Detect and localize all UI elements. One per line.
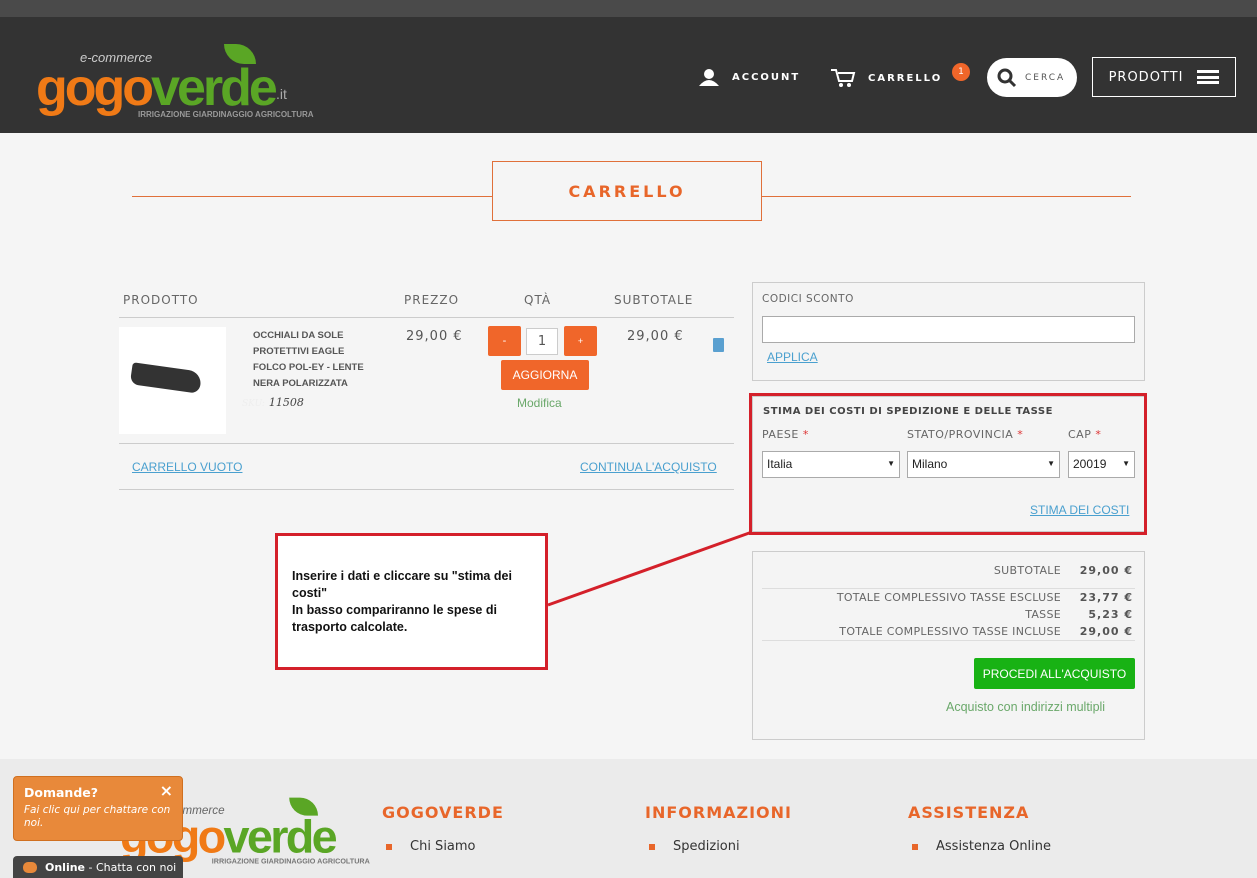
footer-link-label: Spedizioni (673, 839, 740, 854)
total-value: 5,23 € (1088, 608, 1133, 621)
cart-link[interactable]: CARRELLO (830, 68, 942, 88)
total-value: 29,00 € (1079, 564, 1133, 577)
sku-label: SKU: (242, 399, 265, 409)
logo-text: gogoverde (36, 59, 278, 117)
chat-status: Online (45, 860, 86, 874)
total-row: TASSE 5,23 € (1025, 608, 1133, 621)
logo-tagline: IRRIGAZIONE GIARDINAGGIO AGRICOLTURA (211, 857, 370, 866)
sku-value: 11508 (268, 396, 304, 409)
search-icon (997, 68, 1017, 87)
apply-discount-link[interactable]: APPLICA (767, 350, 818, 364)
account-link[interactable]: ACCOUNT (698, 68, 800, 86)
total-label: SUBTOTALE (993, 564, 1061, 577)
empty-cart-link[interactable]: CARRELLO VUOTO (132, 460, 242, 474)
footer-heading: INFORMAZIONI (645, 803, 792, 822)
annotation-text: Inserire i dati e cliccare su "stima dei… (292, 569, 512, 600)
col-subtotal: SUBTOTALE (614, 293, 694, 307)
footer-link[interactable]: Spedizioni (649, 839, 740, 854)
divider (762, 640, 1135, 641)
col-price: PREZZO (404, 293, 460, 307)
search-button[interactable]: CERCA (987, 58, 1077, 97)
update-button[interactable]: AGGIORNA (501, 360, 589, 390)
footer-link[interactable]: Assistenza Online (912, 839, 1051, 854)
discount-label: CODICI SCONTO (762, 293, 854, 305)
divider (762, 588, 1135, 589)
total-row: TOTALE COMPLESSIVO TASSE INCLUSE 29,00 € (839, 625, 1133, 638)
chat-bubble-icon (23, 861, 37, 873)
chat-status-text: - Chatta con noi (85, 860, 177, 874)
search-label: CERCA (1025, 72, 1066, 83)
logo-tagline: IRRIGAZIONE GIARDINAGGIO AGRICOLTURA (138, 110, 314, 119)
logo-tld: .it (276, 86, 287, 102)
discount-code-input[interactable] (762, 316, 1135, 343)
checkout-button[interactable]: PROCEDI ALL'ACQUISTO (974, 658, 1135, 689)
total-label: TOTALE COMPLESSIVO TASSE INCLUSE (839, 625, 1061, 638)
item-price: 29,00 € (406, 329, 463, 344)
trash-icon[interactable] (713, 338, 724, 352)
sunglasses-image (129, 362, 203, 394)
products-menu-button[interactable]: PRODOTTI (1092, 57, 1236, 97)
chat-popup[interactable]: Domande? × Fai clic qui per chattare con… (13, 776, 183, 841)
footer-heading: ASSISTENZA (908, 803, 1030, 822)
user-icon (699, 69, 719, 86)
product-name[interactable]: OCCHIALI DA SOLE PROTETTIVI EAGLE FOLCO … (253, 328, 378, 392)
total-value: 29,00 € (1079, 625, 1133, 638)
annotation-text: In basso compariranno le spese di traspo… (292, 603, 497, 634)
total-label: TASSE (1025, 608, 1061, 621)
footer-link[interactable]: Chi Siamo (386, 839, 476, 854)
multi-address-link[interactable]: Acquisto con indirizzi multipli (946, 700, 1105, 714)
top-bar (0, 0, 1257, 17)
qty-increase-button[interactable]: + (564, 326, 597, 356)
qty-input[interactable]: 1 (526, 328, 558, 355)
chat-text: Fai clic qui per chattare con noi. (24, 804, 171, 829)
footer-link-label: Chi Siamo (410, 839, 476, 854)
continue-shopping-link[interactable]: CONTINUA L'ACQUISTO (580, 460, 717, 474)
page-title: CARRELLO (492, 161, 762, 221)
col-product: PRODOTTO (123, 293, 199, 307)
footer-link-label: Assistenza Online (936, 839, 1052, 854)
item-subtotal: 29,00 € (627, 329, 684, 344)
total-row: SUBTOTALE 29,00 € (994, 564, 1133, 577)
account-label: ACCOUNT (732, 71, 801, 83)
menu-icon (1197, 70, 1220, 84)
product-sku: SKU: 11508 (242, 396, 308, 409)
total-row: TOTALE COMPLESSIVO TASSE ESCLUSE 23,77 € (837, 591, 1133, 604)
total-value: 23,77 € (1079, 591, 1133, 604)
product-image[interactable] (119, 327, 226, 434)
close-icon[interactable]: × (160, 781, 173, 800)
chat-bar[interactable]: Online - Chatta con noi (13, 856, 183, 878)
footer-heading: GOGOVERDE (382, 803, 504, 822)
annotation-arrow (547, 530, 753, 607)
cart-label: CARRELLO (868, 72, 943, 84)
annotation-highlight (749, 393, 1147, 535)
bullet-icon (386, 843, 392, 850)
qty-decrease-button[interactable]: - (488, 326, 521, 356)
col-qty: QTÀ (524, 293, 552, 307)
cart-count-badge: 1 (952, 63, 970, 81)
total-label: TOTALE COMPLESSIVO TASSE ESCLUSE (836, 591, 1061, 604)
products-label: PRODOTTI (1108, 69, 1184, 85)
divider (119, 489, 734, 490)
divider (119, 443, 734, 444)
annotation-callout: Inserire i dati e cliccare su "stima dei… (275, 533, 548, 670)
cart-icon (831, 69, 856, 87)
logo[interactable]: e-commerce gogoverde .it IRRIGAZIONE GIA… (36, 44, 314, 125)
edit-link[interactable]: Modifica (517, 396, 562, 410)
bullet-icon (649, 843, 655, 850)
chat-title: Domande? (24, 785, 98, 800)
bullet-icon (912, 843, 918, 850)
divider (119, 317, 734, 318)
